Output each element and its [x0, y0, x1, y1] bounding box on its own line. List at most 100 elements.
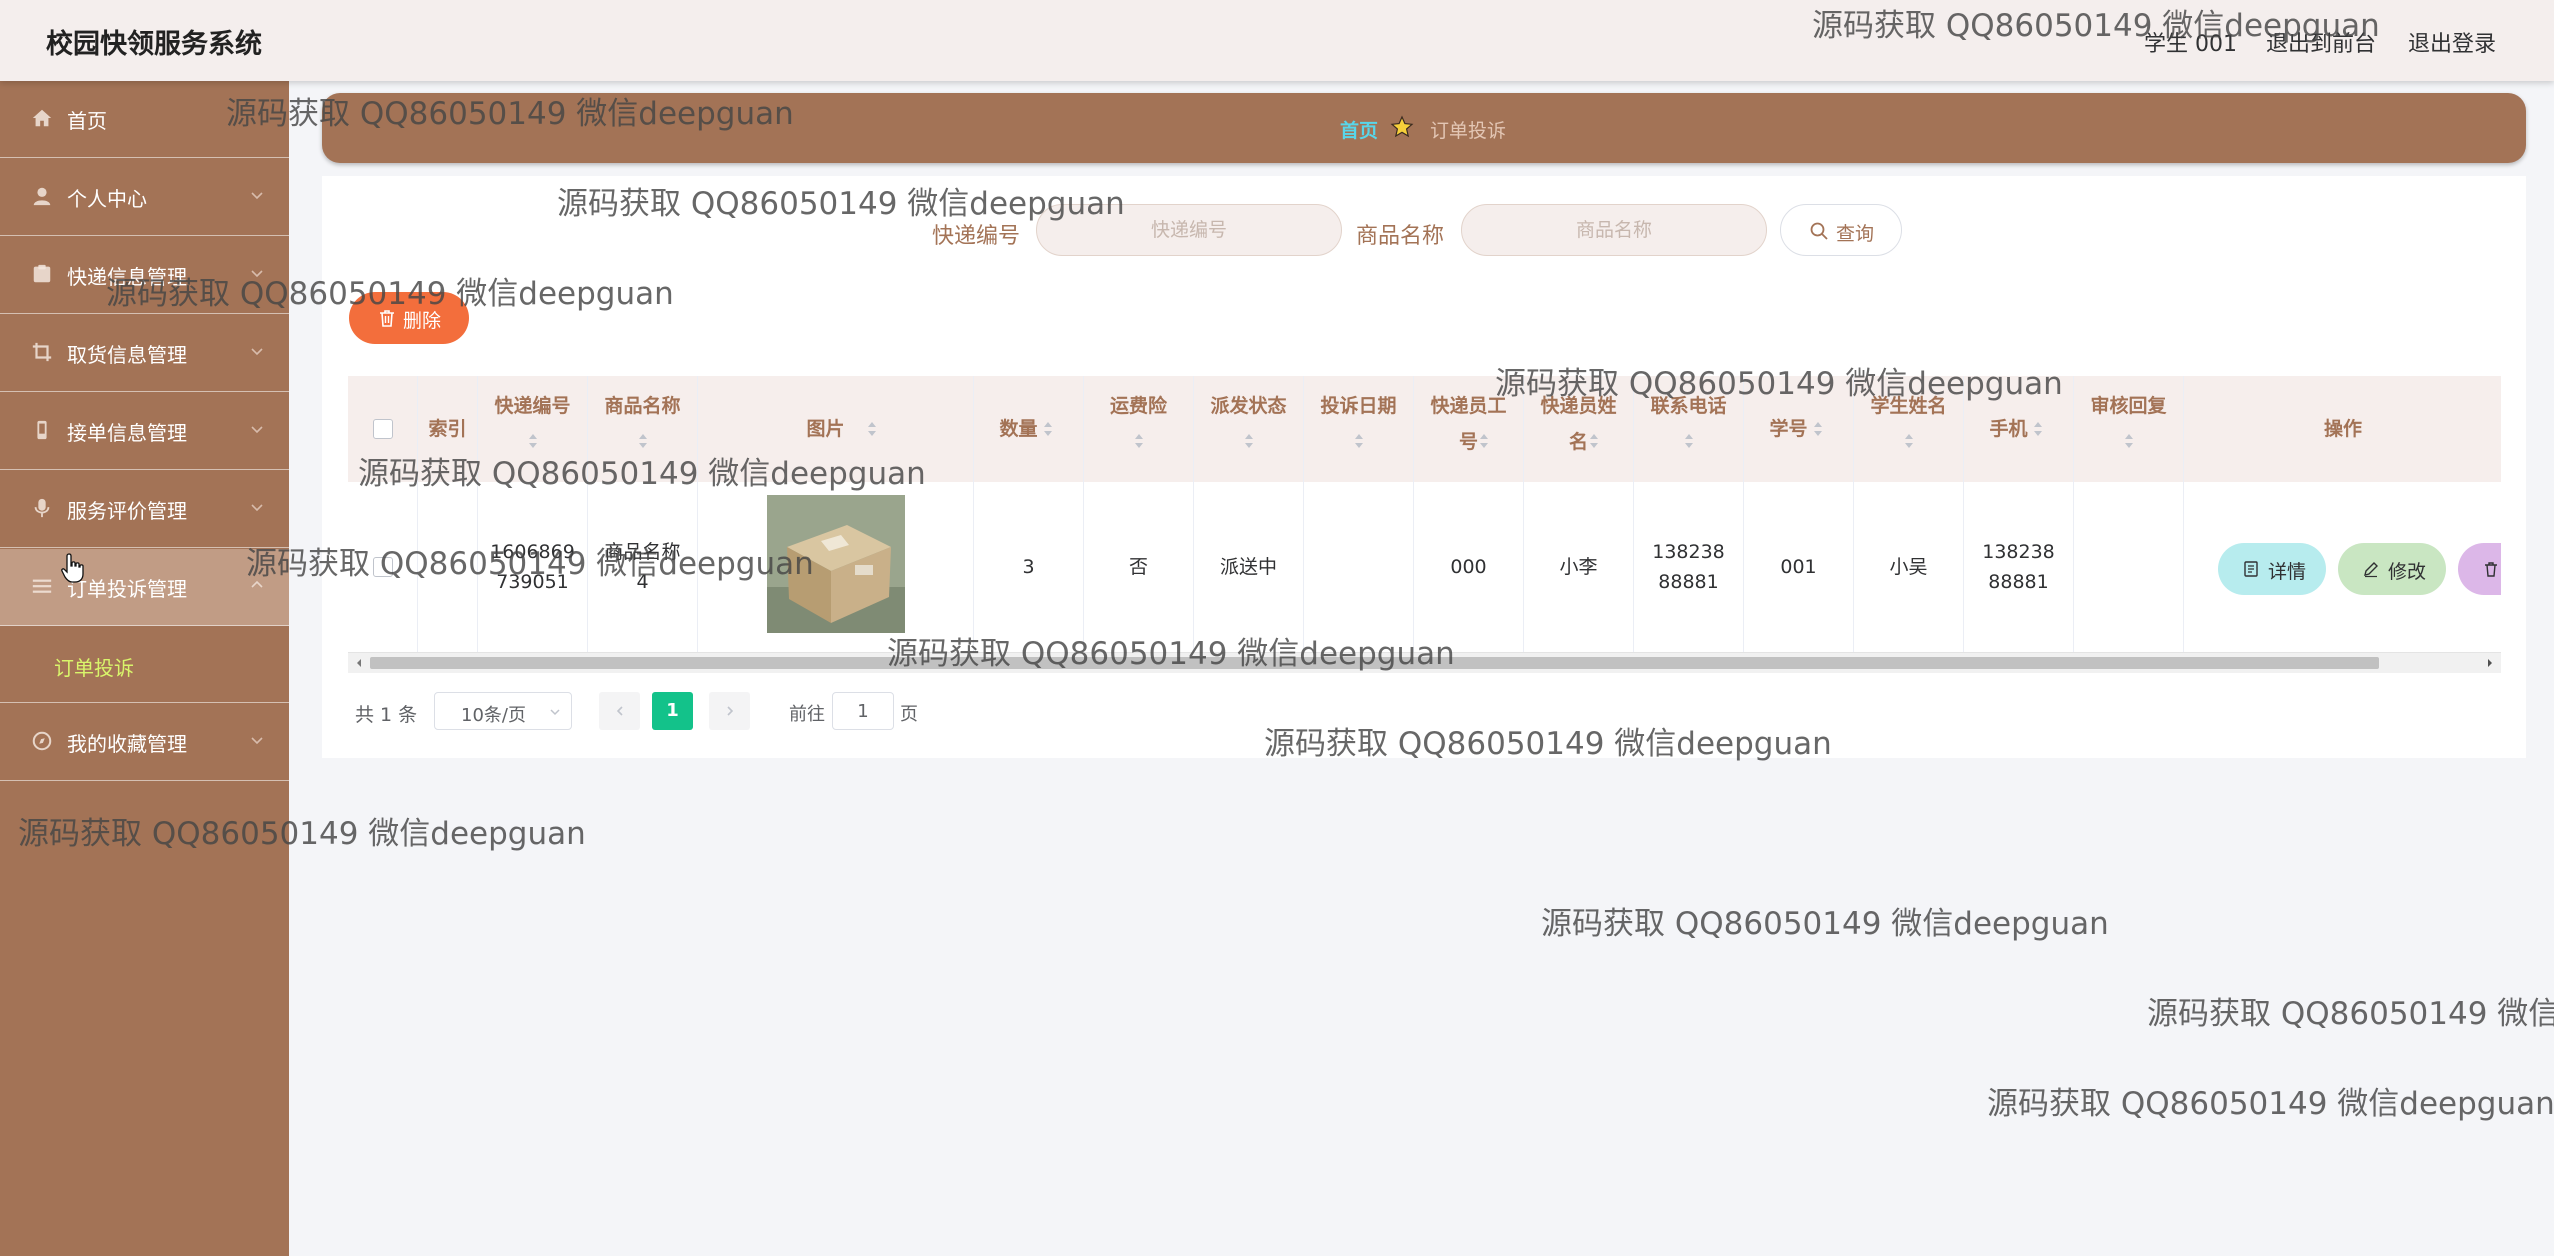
sidebar-item-home[interactable]: 首页 — [0, 81, 289, 158]
column-header-label: 运费险 — [1109, 395, 1167, 417]
cell-student-no: 001 — [1744, 482, 1854, 652]
pagination-total: 共 1 条 — [355, 704, 418, 726]
chevron-left-icon — [616, 706, 623, 716]
sort-icon[interactable] — [866, 420, 878, 438]
row-checkbox[interactable] — [373, 557, 393, 577]
horizontal-scrollbar[interactable] — [348, 652, 2501, 673]
exit-to-frontend-link[interactable]: 退出到前台 — [2266, 26, 2376, 58]
sort-icon[interactable] — [1478, 432, 1490, 450]
cell-index — [418, 482, 478, 652]
column-header-label: 派发状态 — [1210, 395, 1287, 417]
query-button[interactable]: 查询 — [1780, 204, 1902, 256]
column-header-mobile[interactable]: 手机 — [1964, 376, 2074, 482]
top-header: 校园快领服务系统 学生 001 退出到前台 退出登录 — [0, 0, 2554, 81]
select-all-checkbox[interactable] — [373, 419, 393, 439]
sort-icon[interactable] — [1353, 432, 1365, 450]
cell-value: 13823888881 — [1652, 541, 1725, 593]
column-header-courier-id[interactable]: 快递员工号 — [1414, 376, 1524, 482]
sidebar-item-personal-center[interactable]: 个人中心 — [0, 159, 289, 236]
column-header-courier-name[interactable]: 快递员姓名 — [1524, 376, 1634, 482]
sort-icon[interactable] — [637, 432, 649, 450]
sidebar: 首页 个人中心 快递信息管理 取货信息管理 接单信息管理 服务评价管理 订单投诉… — [0, 81, 289, 1256]
sidebar-item-order-taking[interactable]: 接单信息管理 — [0, 393, 289, 470]
page-size-select[interactable]: 10条/页 — [434, 692, 572, 730]
sort-icon[interactable] — [1243, 432, 1255, 450]
current-user: 学生 001 — [2144, 32, 2237, 57]
header-select-cell — [348, 376, 418, 482]
trash-icon — [380, 310, 394, 327]
express-no-input[interactable] — [1036, 204, 1342, 256]
detail-button-label: 详情 — [2268, 561, 2307, 583]
search-icon — [1810, 222, 1828, 240]
table-row: 1606869739051 商品名称4 3 否 派送中 000 小李 13823… — [348, 482, 2501, 653]
column-header-review-reply[interactable]: 审核回复 — [2074, 376, 2184, 482]
column-header-image[interactable]: 图片 — [698, 376, 974, 482]
page-number-button[interactable]: 1 — [652, 692, 693, 730]
cell-express-no: 1606869739051 — [478, 482, 588, 652]
column-header-label: 操作 — [2323, 418, 2362, 440]
column-header-student-no[interactable]: 学号 — [1744, 376, 1854, 482]
sort-icon[interactable] — [1903, 432, 1915, 450]
scrollbar-thumb[interactable] — [370, 657, 2379, 669]
breadcrumb: 首页 订单投诉 — [322, 93, 2526, 163]
goto-label: 前往 — [789, 704, 825, 725]
cell-value: 否 — [1128, 556, 1148, 578]
next-page-button[interactable] — [709, 692, 750, 730]
column-header-quantity[interactable]: 数量 — [974, 376, 1084, 482]
sidebar-item-express-info[interactable]: 快递信息管理 — [0, 237, 289, 314]
sidebar-item-my-favorites[interactable]: 我的收藏管理 — [0, 704, 289, 781]
sort-icon[interactable] — [2032, 420, 2044, 438]
prev-page-button[interactable] — [599, 692, 640, 730]
chevron-down-icon — [251, 426, 263, 434]
column-header-label: 索引 — [428, 418, 467, 440]
cell-courier-id: 000 — [1414, 482, 1524, 652]
delete-button[interactable]: 删除 — [349, 292, 469, 344]
sidebar-item-label: 取货信息管理 — [67, 343, 187, 367]
cell-status: 派送中 — [1194, 482, 1304, 652]
home-icon — [32, 109, 52, 127]
detail-button[interactable]: 详情 — [2218, 543, 2326, 595]
package-photo[interactable] — [767, 495, 905, 633]
column-header-complaint-date[interactable]: 投诉日期 — [1304, 376, 1414, 482]
scroll-left-icon[interactable] — [354, 658, 364, 668]
logout-link[interactable]: 退出登录 — [2408, 26, 2496, 58]
sort-icon[interactable] — [1133, 432, 1145, 450]
edit-icon — [2364, 562, 2378, 578]
sort-icon[interactable] — [2123, 432, 2135, 450]
cell-value: 001 — [1780, 556, 1817, 578]
breadcrumb-home-link[interactable]: 首页 — [1340, 116, 1378, 143]
watermark: 源码获取 QQ86050149 微信deepguan — [1987, 1086, 2554, 1122]
column-header-index: 索引 — [418, 376, 478, 482]
package-icon — [33, 264, 51, 283]
cell-image — [698, 482, 974, 652]
cell-value: 13823888881 — [1982, 541, 2055, 593]
submenu-item-order-complaint[interactable]: 订单投诉 — [0, 627, 289, 703]
cell-value: 小吴 — [1889, 556, 1928, 578]
cell-value: 000 — [1450, 556, 1487, 578]
edit-button[interactable]: 修改 — [2338, 543, 2446, 595]
column-header-insurance[interactable]: 运费险 — [1084, 376, 1194, 482]
chevron-up-icon — [251, 580, 263, 588]
column-header-label: 快递员姓名 — [1540, 395, 1617, 453]
chevron-down-icon — [251, 270, 263, 278]
table-header: 索引 快递编号 商品名称 图片 数量 运费险 派发状态 投诉日期 快递员工号 快… — [348, 376, 2501, 483]
crop-icon — [32, 342, 52, 362]
scroll-right-icon[interactable] — [2485, 658, 2495, 668]
app-title: 校园快领服务系统 — [46, 29, 262, 60]
sidebar-item-service-review[interactable]: 服务评价管理 — [0, 471, 289, 548]
sidebar-item-pickup-info[interactable]: 取货信息管理 — [0, 315, 289, 392]
goto-page-input[interactable] — [832, 692, 894, 730]
sort-icon[interactable] — [527, 432, 539, 450]
column-header-express-no[interactable]: 快递编号 — [478, 376, 588, 482]
product-name-input[interactable] — [1461, 204, 1767, 256]
cell-quantity: 3 — [974, 482, 1084, 652]
sidebar-item-order-complaint[interactable]: 订单投诉管理 — [0, 549, 289, 626]
column-header-status[interactable]: 派发状态 — [1194, 376, 1304, 482]
sort-icon[interactable] — [1683, 432, 1695, 450]
row-delete-button[interactable] — [2458, 543, 2501, 595]
sort-icon[interactable] — [1812, 420, 1824, 438]
delete-button-label: 删除 — [403, 310, 442, 332]
compass-icon — [32, 731, 52, 751]
sort-icon[interactable] — [1042, 420, 1054, 438]
sort-icon[interactable] — [1588, 432, 1600, 450]
